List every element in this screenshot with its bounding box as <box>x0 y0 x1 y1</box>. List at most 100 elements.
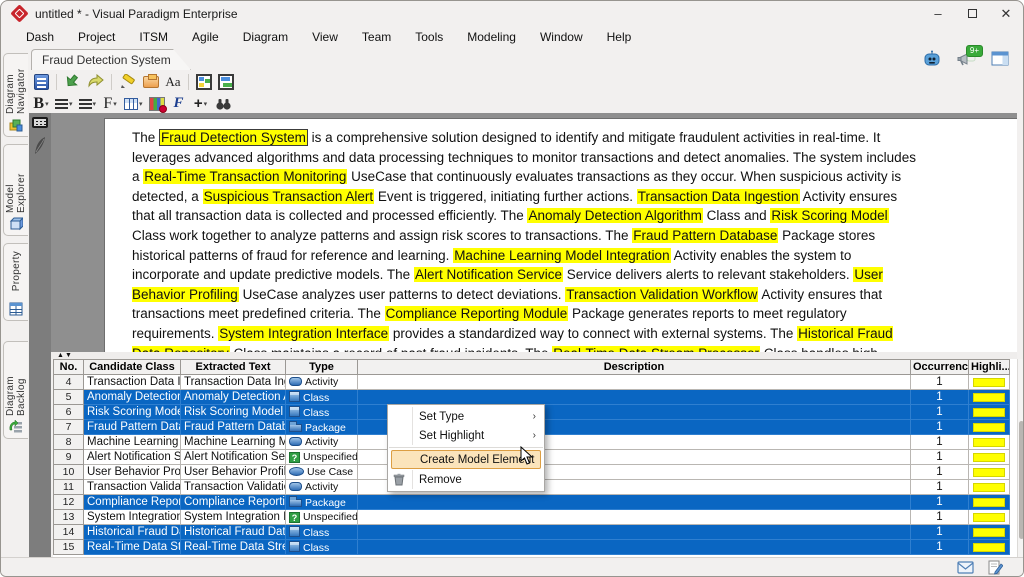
table-row-5[interactable]: 5Anomaly Detection AlgorithmAnomaly Dete… <box>54 390 1010 405</box>
sidebar-tab-diagram-backlog[interactable]: Diagram Backlog <box>3 341 28 439</box>
cell-occurrence[interactable]: 1 <box>911 450 969 465</box>
cell-highlight[interactable] <box>969 375 1010 390</box>
cell-candidate-class[interactable]: Real-Time Data Stream Processor <box>84 540 181 555</box>
sidebar-tab-model-explorer[interactable]: Model Explorer <box>3 144 28 236</box>
column-header-occurrence[interactable]: Occurrence <box>911 360 969 375</box>
font-button[interactable]: F▾ <box>100 94 120 114</box>
cell-highlight[interactable] <box>969 465 1010 480</box>
cell-row-number[interactable]: 10 <box>54 465 84 480</box>
column-header-highli-[interactable]: Highli... <box>969 360 1010 375</box>
highlight-color-swatch[interactable] <box>973 378 1005 387</box>
menu-item-tools[interactable]: Tools <box>403 28 455 46</box>
menu-item-diagram[interactable]: Diagram <box>231 28 300 46</box>
cell-extracted-text[interactable]: Historical Fraud Data Repository <box>181 525 286 540</box>
table-row-4[interactable]: 4Transaction Data IngestionTransaction D… <box>54 375 1010 390</box>
keyboard-icon[interactable] <box>32 117 48 128</box>
highlight-color-swatch[interactable] <box>973 408 1005 417</box>
table-row-15[interactable]: 15Real-Time Data Stream ProcessorReal-Ti… <box>54 540 1010 555</box>
splitter-down-icon[interactable]: ▼ <box>65 352 73 359</box>
cell-highlight[interactable] <box>969 525 1010 540</box>
cell-occurrence[interactable]: 1 <box>911 540 969 555</box>
highlight-color-swatch[interactable] <box>973 528 1005 537</box>
sidebar-tab-property[interactable]: Property <box>3 243 28 321</box>
textual-analysis-button[interactable] <box>31 72 51 92</box>
cell-occurrence[interactable]: 1 <box>911 465 969 480</box>
cell-highlight[interactable] <box>969 540 1010 555</box>
menu-item-itsm[interactable]: ITSM <box>127 28 180 46</box>
table-scrollbar[interactable] <box>1017 359 1024 557</box>
feather-pen-icon[interactable] <box>33 136 47 156</box>
edit-document-icon[interactable] <box>988 560 1003 575</box>
diagram-view-button[interactable] <box>194 72 214 92</box>
cell-description[interactable] <box>358 390 911 405</box>
highlighted-term[interactable]: Suspicious Transaction Alert <box>203 189 375 204</box>
cell-extracted-text[interactable]: Compliance Reporting Module <box>181 495 286 510</box>
table-button[interactable]: ▾ <box>122 94 145 114</box>
column-header-no-[interactable]: No. <box>54 360 84 375</box>
context-menu-item-set-highlight[interactable]: Set Highlight› <box>388 426 544 445</box>
cell-highlight[interactable] <box>969 510 1010 525</box>
highlight-color-swatch[interactable] <box>973 393 1005 402</box>
cell-candidate-class[interactable]: Anomaly Detection Algorithm <box>84 390 181 405</box>
add-button[interactable]: +▾ <box>191 94 211 114</box>
cell-occurrence[interactable]: 1 <box>911 510 969 525</box>
export-button[interactable] <box>85 72 106 92</box>
menu-item-agile[interactable]: Agile <box>180 28 231 46</box>
panel-splitter[interactable]: ▲▼ <box>51 352 1017 359</box>
highlight-color-swatch[interactable] <box>973 543 1005 552</box>
cell-highlight[interactable] <box>969 420 1010 435</box>
cell-type[interactable]: Activity <box>286 480 358 495</box>
cell-type[interactable]: Activity <box>286 375 358 390</box>
ai-assistant-robot-icon[interactable] <box>921 49 943 69</box>
cell-type[interactable]: ?Unspecified <box>286 450 358 465</box>
maximize-button[interactable] <box>955 1 989 26</box>
cell-occurrence[interactable]: 1 <box>911 375 969 390</box>
cell-candidate-class[interactable]: Machine Learning Model Integration <box>84 435 181 450</box>
cell-highlight[interactable] <box>969 435 1010 450</box>
cell-occurrence[interactable]: 1 <box>911 390 969 405</box>
formula-button[interactable]: F <box>169 94 189 114</box>
menu-item-dash[interactable]: Dash <box>14 28 66 46</box>
cell-type[interactable]: Package <box>286 495 358 510</box>
column-header-candidate-class[interactable]: Candidate Class <box>84 360 181 375</box>
highlighted-term[interactable]: Fraud Pattern Database <box>632 228 778 243</box>
cell-candidate-class[interactable]: User Behavior Profiling <box>84 465 181 480</box>
context-menu-item-create-model-element[interactable]: Create Model Element <box>391 450 541 469</box>
cell-row-number[interactable]: 8 <box>54 435 84 450</box>
cell-extracted-text[interactable]: User Behavior Profiling <box>181 465 286 480</box>
cell-row-number[interactable]: 15 <box>54 540 84 555</box>
cell-row-number[interactable]: 4 <box>54 375 84 390</box>
cell-candidate-class[interactable]: Alert Notification Service <box>84 450 181 465</box>
cell-description[interactable] <box>358 375 911 390</box>
table-row-13[interactable]: 13System Integration InterfaceSystem Int… <box>54 510 1010 525</box>
cell-extracted-text[interactable]: Machine Learning Model Integration <box>181 435 286 450</box>
cell-type[interactable]: Class <box>286 405 358 420</box>
cell-type[interactable]: Class <box>286 525 358 540</box>
close-button[interactable]: ✕ <box>989 1 1023 26</box>
bold-button[interactable]: B▾ <box>31 94 51 114</box>
highlighter-button[interactable] <box>117 72 139 92</box>
cell-candidate-class[interactable]: System Integration Interface <box>84 510 181 525</box>
cell-occurrence[interactable]: 1 <box>911 525 969 540</box>
cell-row-number[interactable]: 5 <box>54 390 84 405</box>
cell-description[interactable] <box>358 510 911 525</box>
cell-extracted-text[interactable]: Alert Notification Service <box>181 450 286 465</box>
cell-candidate-class[interactable]: Transaction Data Ingestion <box>84 375 181 390</box>
cell-description[interactable] <box>358 495 911 510</box>
splitter-up-icon[interactable]: ▲ <box>57 352 65 359</box>
cell-extracted-text[interactable]: System Integration Interface <box>181 510 286 525</box>
color-palette-button[interactable] <box>147 94 167 114</box>
cell-extracted-text[interactable]: Fraud Pattern Database <box>181 420 286 435</box>
cell-description[interactable] <box>358 525 911 540</box>
cell-occurrence[interactable]: 1 <box>911 480 969 495</box>
cell-candidate-class[interactable]: Compliance Reporting Module <box>84 495 181 510</box>
cell-row-number[interactable]: 9 <box>54 450 84 465</box>
find-button[interactable] <box>213 94 234 114</box>
cell-candidate-class[interactable]: Risk Scoring Model <box>84 405 181 420</box>
highlighted-term[interactable]: Transaction Validation Workflow <box>565 287 758 302</box>
cell-occurrence[interactable]: 1 <box>911 435 969 450</box>
highlight-color-swatch[interactable] <box>973 423 1005 432</box>
highlighted-term[interactable]: Machine Learning Model Integration <box>453 248 670 263</box>
highlighted-term[interactable]: Alert Notification Service <box>414 267 563 282</box>
highlighted-term[interactable]: Anomaly Detection Algorithm <box>527 208 702 223</box>
